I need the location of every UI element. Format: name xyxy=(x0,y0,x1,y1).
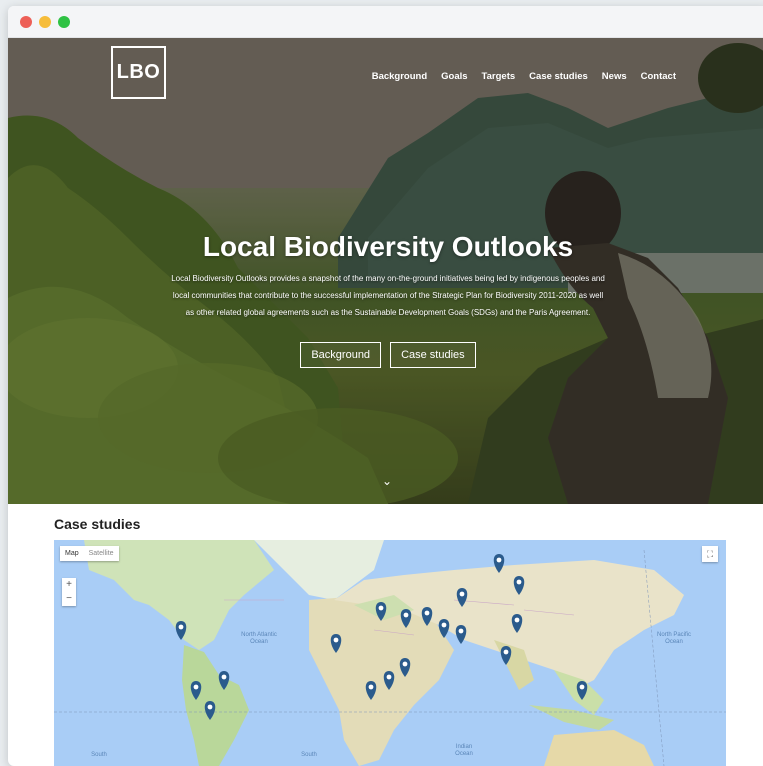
map-marker-icon[interactable] xyxy=(421,607,433,626)
nav-targets[interactable]: Targets xyxy=(482,71,516,82)
maximize-window-button[interactable] xyxy=(58,16,70,28)
hero-description: Local Biodiversity Outlooks provides a s… xyxy=(171,274,605,317)
map-marker-icon[interactable] xyxy=(456,588,468,607)
map-marker-icon[interactable] xyxy=(175,621,187,640)
case-studies-map[interactable]: Map Satellite + − ⛶ North Atlantic Ocean… xyxy=(54,540,726,766)
minimize-window-button[interactable] xyxy=(39,16,51,28)
nav-news[interactable]: News xyxy=(602,71,627,82)
map-marker-icon[interactable] xyxy=(455,625,467,644)
nav-case-studies[interactable]: Case studies xyxy=(529,71,588,82)
case-studies-title: Case studies xyxy=(54,516,141,532)
map-marker-icon[interactable] xyxy=(204,701,216,720)
hero-section: LBO Background Goals Targets Case studie… xyxy=(8,38,763,504)
map-marker-icon[interactable] xyxy=(399,658,411,677)
close-window-button[interactable] xyxy=(20,16,32,28)
site-logo[interactable]: LBO xyxy=(111,46,166,99)
map-marker-icon[interactable] xyxy=(218,671,230,690)
browser-window: LBO Background Goals Targets Case studie… xyxy=(8,6,763,766)
map-marker-icon[interactable] xyxy=(330,634,342,653)
map-marker-icon[interactable] xyxy=(576,681,588,700)
map-marker-icon[interactable] xyxy=(400,609,412,628)
map-markers xyxy=(175,554,588,720)
map-marker-icon[interactable] xyxy=(375,602,387,621)
map-marker-icon[interactable] xyxy=(493,554,505,573)
map-marker-icon[interactable] xyxy=(513,576,525,595)
nav-goals[interactable]: Goals xyxy=(441,71,467,82)
map-marker-icon[interactable] xyxy=(190,681,202,700)
map-marker-icon[interactable] xyxy=(438,619,450,638)
map-marker-icon[interactable] xyxy=(511,614,523,633)
hero-buttons: Background Case studies xyxy=(8,342,763,368)
map-marker-icon[interactable] xyxy=(383,671,395,690)
map-marker-icon[interactable] xyxy=(365,681,377,700)
background-button[interactable]: Background xyxy=(300,342,382,368)
window-titlebar xyxy=(8,6,763,38)
chevron-down-icon[interactable]: ⌄ xyxy=(382,474,392,488)
case-studies-button[interactable]: Case studies xyxy=(390,342,476,368)
hero-title: Local Biodiversity Outlooks xyxy=(202,231,574,262)
nav-contact[interactable]: Contact xyxy=(641,71,676,82)
map-marker-icon[interactable] xyxy=(500,646,512,665)
main-nav: Background Goals Targets Case studies Ne… xyxy=(372,71,676,82)
nav-background[interactable]: Background xyxy=(372,71,427,82)
